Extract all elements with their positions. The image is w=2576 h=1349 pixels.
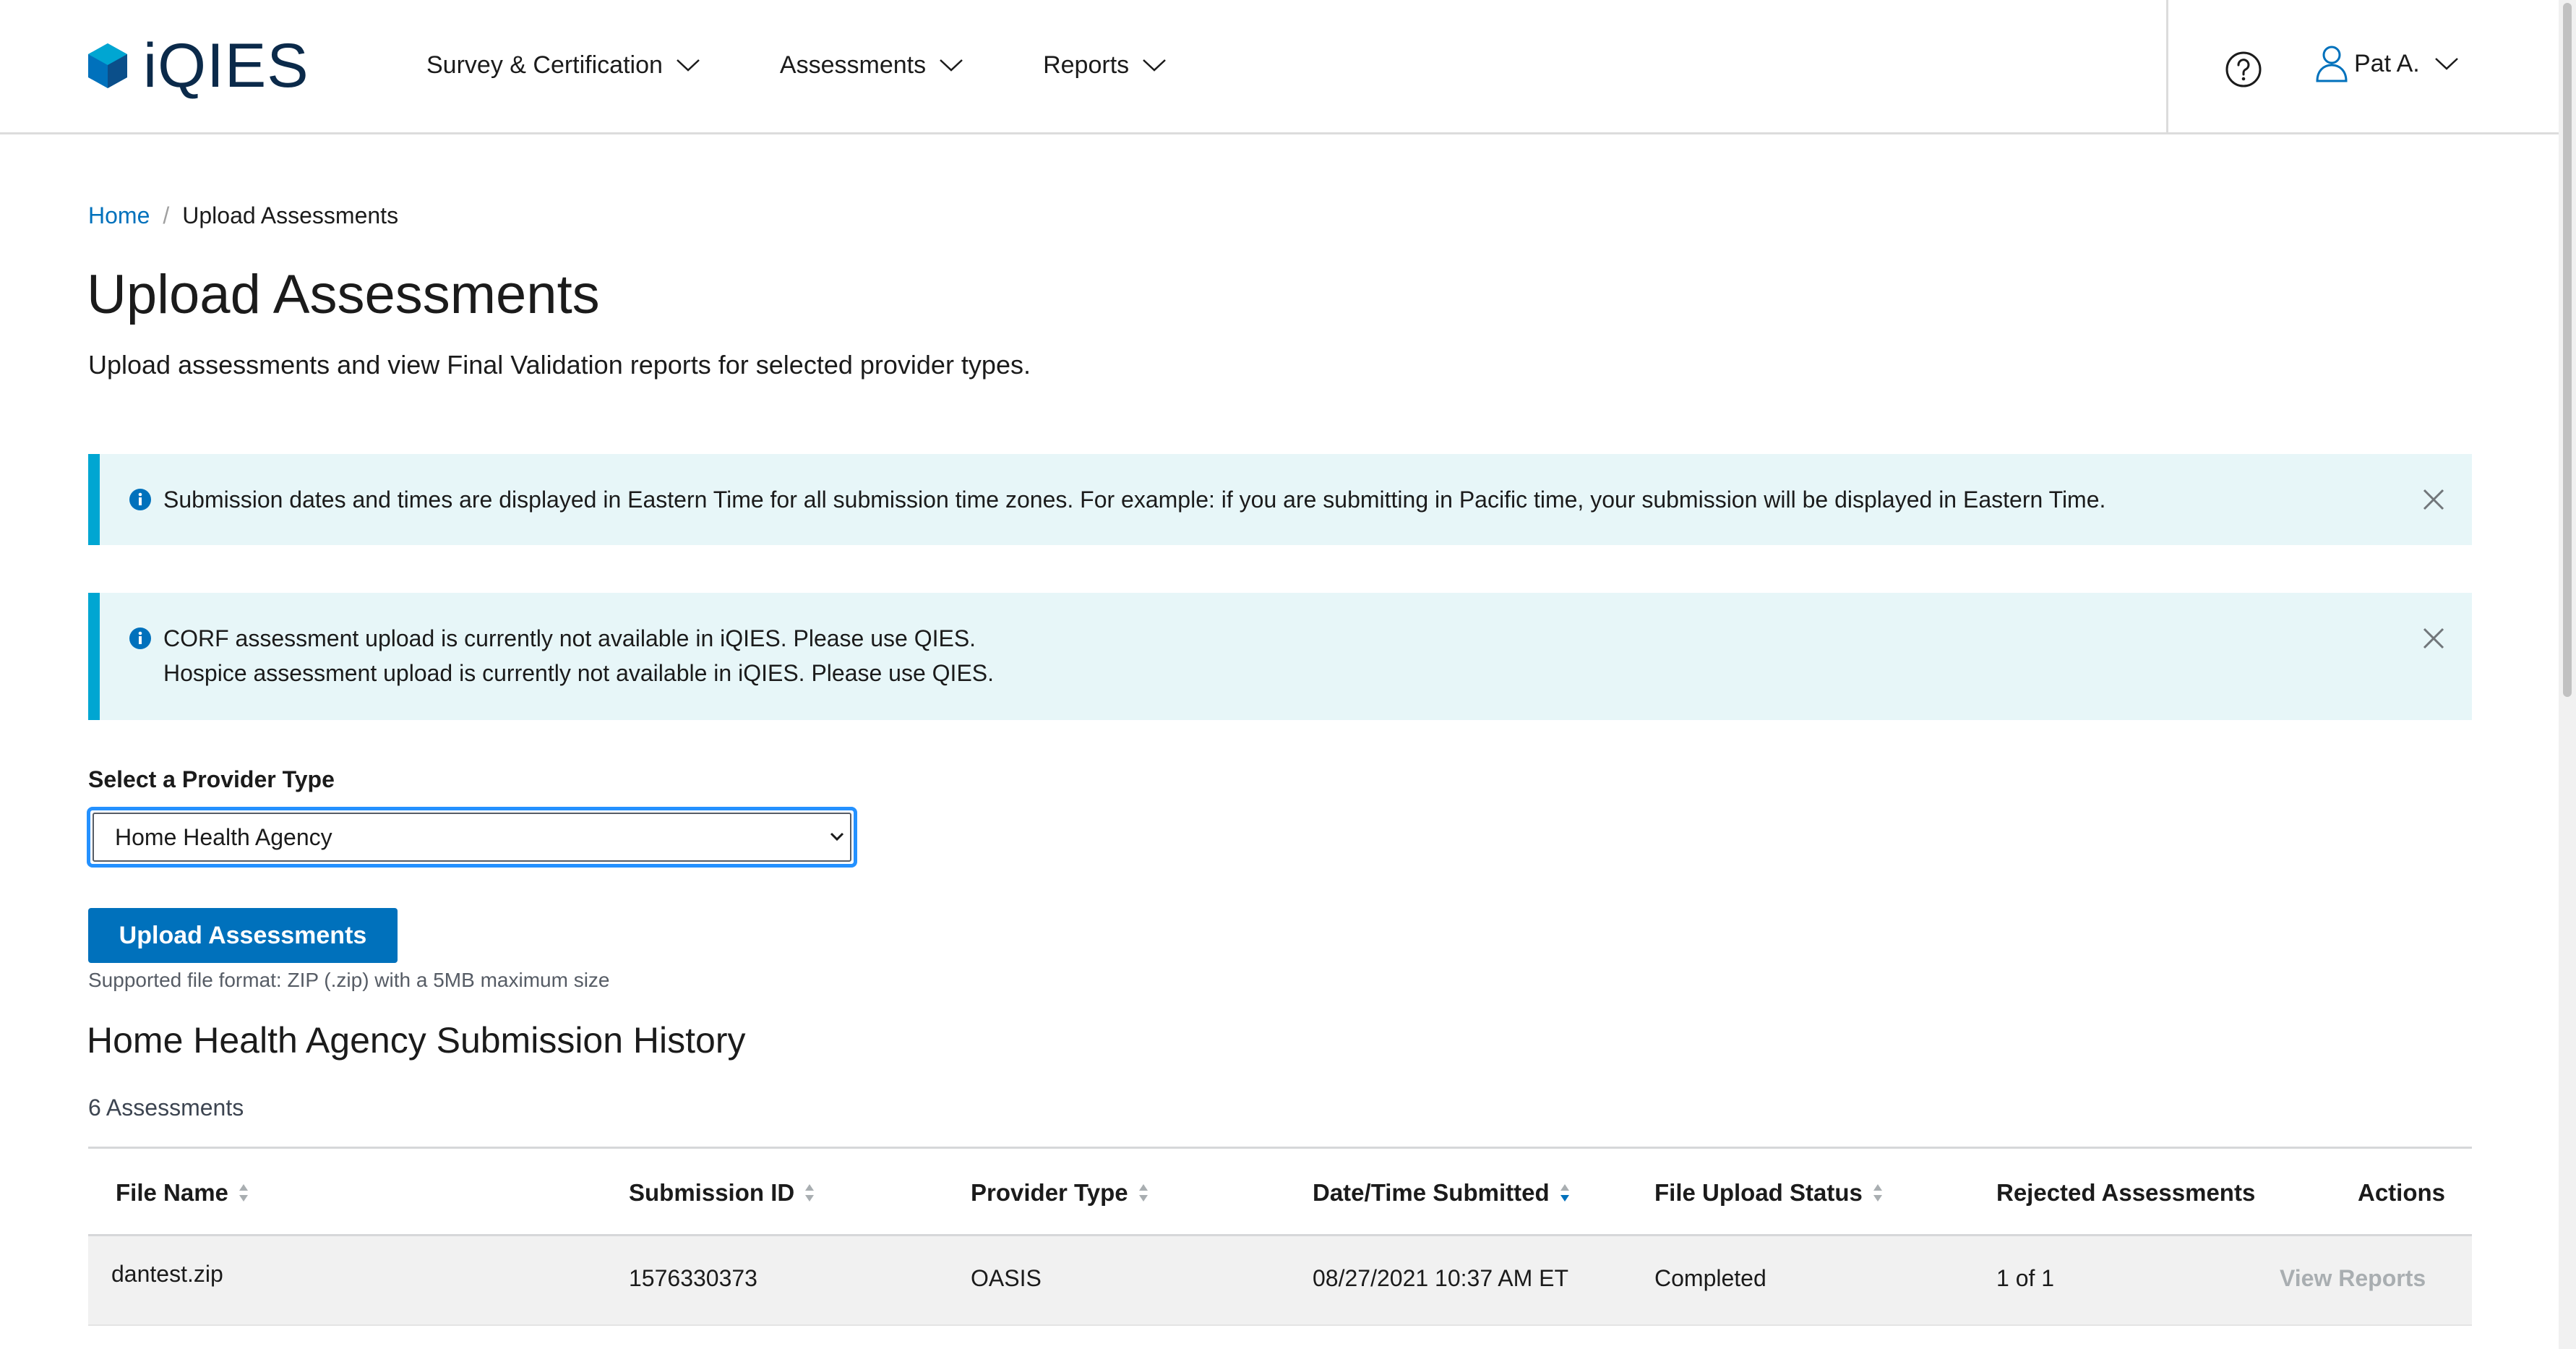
cell-upload-status: Completed xyxy=(1654,1265,1766,1291)
chevron-down-icon xyxy=(940,59,963,72)
column-label: File Upload Status xyxy=(1654,1179,1863,1206)
user-icon xyxy=(2316,46,2348,82)
column-header-actions: Actions xyxy=(2358,1179,2445,1207)
cell-rejected: 1 of 1 xyxy=(1996,1265,2055,1291)
column-label: Date/Time Submitted xyxy=(1313,1179,1550,1206)
brand-name: iQIES xyxy=(143,31,309,100)
alert-line-corf: CORF assessment upload is currently not … xyxy=(163,625,976,651)
column-header-upload-status[interactable]: File Upload Status xyxy=(1654,1179,1883,1207)
iqies-logo[interactable]: iQIES xyxy=(87,35,309,97)
close-icon[interactable] xyxy=(2421,626,2446,651)
page-title: Upload Assessments xyxy=(87,264,600,325)
submission-history-title: Home Health Agency Submission History xyxy=(87,1020,746,1061)
nav-survey-certification[interactable]: Survey & Certification xyxy=(426,51,700,80)
user-name: Pat A. xyxy=(2354,49,2420,77)
info-icon xyxy=(129,489,151,510)
timezone-info-alert: Submission dates and times are displayed… xyxy=(88,454,2472,545)
chevron-down-icon xyxy=(830,832,844,841)
nav-label: Reports xyxy=(1043,51,1130,79)
submission-history-table: File Name Submission ID Provider Type Da… xyxy=(88,1147,2472,1326)
breadcrumb-separator: / xyxy=(163,202,170,228)
alert-line-hospice: Hospice assessment upload is currently n… xyxy=(163,660,995,686)
breadcrumb-current: Upload Assessments xyxy=(182,202,399,228)
table-header: File Name Submission ID Provider Type Da… xyxy=(88,1147,2472,1236)
provider-type-label: Select a Provider Type xyxy=(88,766,335,792)
view-reports-link[interactable]: View Reports xyxy=(2280,1265,2426,1292)
column-header-file-name[interactable]: File Name xyxy=(116,1179,249,1207)
sort-icon[interactable] xyxy=(804,1183,815,1203)
cell-file-name: dantest.zip xyxy=(111,1261,223,1287)
provider-type-value: Home Health Agency xyxy=(115,823,332,850)
nav-assessments[interactable]: Assessments xyxy=(780,51,963,80)
cell-date-submitted: 08/27/2021 10:37 AM ET xyxy=(1313,1265,1569,1291)
column-header-provider-type[interactable]: Provider Type xyxy=(971,1179,1149,1207)
chevron-down-icon xyxy=(1143,59,1167,72)
column-header-submission-id[interactable]: Submission ID xyxy=(629,1179,815,1207)
header-divider xyxy=(2166,0,2168,134)
table-row: dantest.zip 1576330373 OASIS 08/27/2021 … xyxy=(88,1236,2472,1326)
column-label: Rejected Assessments xyxy=(1996,1179,2256,1206)
close-icon[interactable] xyxy=(2421,487,2446,512)
alert-message: CORF assessment upload is currently not … xyxy=(163,621,994,690)
sort-icon[interactable] xyxy=(1873,1183,1883,1203)
nav-label: Survey & Certification xyxy=(426,51,663,79)
sort-descending-icon[interactable] xyxy=(1560,1183,1570,1203)
breadcrumb-home-link[interactable]: Home xyxy=(88,202,150,229)
sort-icon[interactable] xyxy=(239,1183,249,1203)
assessment-count: 6 Assessments xyxy=(88,1095,244,1121)
main-nav: Survey & Certification Assessments Repor… xyxy=(426,0,1246,130)
column-label: Provider Type xyxy=(971,1179,1128,1206)
nav-reports[interactable]: Reports xyxy=(1043,51,1167,80)
nav-label: Assessments xyxy=(779,51,927,79)
chevron-down-icon xyxy=(677,59,700,72)
sort-icon[interactable] xyxy=(1138,1183,1149,1203)
breadcrumb: Home / Upload Assessments xyxy=(88,202,398,229)
user-menu[interactable]: Pat A. xyxy=(2315,45,2459,82)
column-label: Actions xyxy=(2358,1179,2446,1206)
cube-logo-icon xyxy=(88,43,127,88)
column-header-rejected: Rejected Assessments xyxy=(1996,1179,2255,1207)
upload-unavailable-alert: CORF assessment upload is currently not … xyxy=(88,593,2472,720)
cell-provider-type: OASIS xyxy=(971,1265,1042,1291)
column-label: Submission ID xyxy=(629,1179,795,1206)
column-label: File Name xyxy=(116,1179,228,1206)
info-icon xyxy=(129,628,151,649)
top-header: iQIES Survey & Certification Assessments… xyxy=(0,0,2559,134)
scrollbar-thumb[interactable] xyxy=(2563,3,2572,697)
column-header-date-submitted[interactable]: Date/Time Submitted xyxy=(1313,1179,1570,1207)
page-subtitle: Upload assessments and view Final Valida… xyxy=(88,350,1031,380)
question-circle-icon[interactable] xyxy=(2225,51,2262,88)
cell-submission-id: 1576330373 xyxy=(629,1265,757,1291)
upload-assessments-button[interactable]: Upload Assessments xyxy=(88,908,398,963)
alert-message: Submission dates and times are displayed… xyxy=(163,487,2106,513)
chevron-down-icon xyxy=(2434,58,2458,70)
upload-hint: Supported file format: ZIP (.zip) with a… xyxy=(88,969,610,991)
provider-type-select[interactable]: Home Health Agency xyxy=(87,807,857,868)
